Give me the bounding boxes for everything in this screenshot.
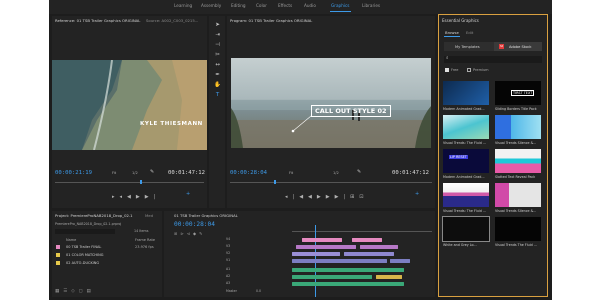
- label-color-swatch: [56, 245, 60, 249]
- tools-panel: ➤ ⇥ ⊣ ✂ ↔ ✒ ✋ T: [209, 16, 225, 208]
- project-panel: Project: PremiereProNAB2018_Drop_02.1 Me…: [52, 211, 162, 297]
- workspace-tab-audio[interactable]: Audio: [304, 3, 316, 8]
- project-item[interactable]: 00 TSB Trailer FINAL 23.976 fps: [55, 244, 159, 251]
- workspace-tab-editing[interactable]: Editing: [231, 3, 246, 8]
- tab-timeline-sequence[interactable]: 01 TSB Trailer Graphics ORIGINAL: [174, 213, 238, 218]
- workspace-tab-color[interactable]: Color: [256, 3, 267, 8]
- project-search-input[interactable]: [55, 229, 115, 234]
- timeline-tracks: [292, 237, 432, 295]
- track-label[interactable]: A1: [226, 267, 230, 271]
- column-header-frame-rate[interactable]: Frame Rate: [135, 238, 155, 242]
- video-clip[interactable]: [292, 252, 340, 256]
- premiere-pro-window: Learning Assembly Editing Color Effects …: [49, 0, 552, 300]
- video-clip[interactable]: [292, 259, 387, 263]
- tab-program-monitor[interactable]: Program: 01 TSB Trailer Graphics ORIGINA…: [230, 18, 312, 23]
- timeline-toolbar[interactable]: ⊞⊳⊲◆✎: [174, 231, 205, 236]
- source-resolution-dropdown[interactable]: 1/2: [132, 171, 138, 175]
- essential-graphics-focus-border: [438, 14, 548, 297]
- tab-source-monitor[interactable]: Source: A002_C003_0215...: [146, 18, 198, 23]
- audio-clip[interactable]: [292, 275, 372, 279]
- workspace-tab-libraries[interactable]: Libraries: [362, 3, 380, 8]
- label-color-swatch: [56, 261, 60, 265]
- callout-title-text[interactable]: CALL OUT STYLE 02: [311, 105, 391, 117]
- project-item[interactable]: 01 COLOR MATCHING: [55, 252, 159, 259]
- video-clip[interactable]: [344, 252, 394, 256]
- program-fit-dropdown[interactable]: Fit: [289, 171, 293, 175]
- timeline-playhead-timecode[interactable]: 00:00:28:04: [174, 221, 215, 228]
- workspace-tab-effects[interactable]: Effects: [278, 3, 292, 8]
- pen-tool-icon[interactable]: ✒: [212, 72, 223, 79]
- project-item-name: 00 TSB Trailer FINAL: [66, 245, 102, 249]
- project-item-name: 01 COLOR MATCHING: [66, 253, 104, 257]
- razor-tool-icon[interactable]: ✂: [212, 52, 223, 59]
- workspace-tab-learning[interactable]: Learning: [174, 3, 192, 8]
- hand-tool-icon[interactable]: ✋: [212, 82, 223, 89]
- type-tool-icon[interactable]: T: [212, 92, 223, 99]
- add-icon[interactable]: +: [186, 192, 190, 197]
- project-file-name: PremierePro_NAB2018_Drop_02.1.prproj: [55, 222, 122, 226]
- aerial-coast-image: [52, 60, 207, 150]
- wrench-icon[interactable]: ✎: [150, 170, 154, 175]
- video-clip[interactable]: [360, 245, 398, 249]
- workspace-tab-assembly[interactable]: Assembly: [201, 3, 221, 8]
- project-item-rate: 23.976 fps: [135, 245, 154, 249]
- add-icon[interactable]: +: [415, 192, 419, 197]
- master-volume-value[interactable]: 0.0: [256, 289, 261, 293]
- audio-clip[interactable]: [292, 268, 404, 272]
- graphics-clip[interactable]: [302, 238, 342, 242]
- project-item-name: 02 AUTO-DUCKING: [66, 261, 100, 265]
- track-select-tool-icon[interactable]: ⇥: [212, 32, 223, 39]
- timeline-panel: 01 TSB Trailer Graphics ORIGINAL 00:00:2…: [164, 211, 435, 297]
- video-clip[interactable]: [296, 245, 356, 249]
- timeline-ruler[interactable]: [292, 225, 432, 232]
- source-duration-timecode: 00:01:47:12: [168, 170, 206, 176]
- track-headers: V4 V3 V2 V1 A1 A2 A3 Master 0.0: [224, 237, 290, 295]
- project-footer-controls[interactable]: ▦☰◇◻▤: [55, 289, 95, 294]
- tab-project[interactable]: Project: PremiereProNAB2018_Drop_02.1: [55, 213, 133, 218]
- source-playhead-timecode[interactable]: 00:00:21:19: [55, 170, 92, 176]
- wrench-icon[interactable]: ✎: [357, 170, 361, 175]
- program-duration-timecode: 00:01:47:12: [392, 170, 430, 176]
- source-playhead[interactable]: [140, 180, 142, 184]
- track-label[interactable]: A2: [226, 274, 230, 278]
- ripple-edit-tool-icon[interactable]: ⊣: [212, 42, 223, 49]
- tab-media-browser[interactable]: Med: [145, 213, 153, 218]
- program-monitor-panel: Program: 01 TSB Trailer Graphics ORIGINA…: [227, 16, 435, 208]
- beach-scene-image: [231, 58, 431, 148]
- program-scrub-bar[interactable]: [230, 182, 432, 183]
- track-label-master[interactable]: Master: [226, 289, 237, 293]
- source-transport-controls[interactable]: ▸◂◀▶▶|: [112, 194, 160, 200]
- audio-clip[interactable]: [292, 282, 404, 286]
- source-scrub-bar[interactable]: [55, 182, 204, 183]
- track-label[interactable]: A3: [226, 281, 230, 285]
- program-resolution-dropdown[interactable]: 1/2: [333, 171, 339, 175]
- column-header-name[interactable]: Name: [66, 238, 76, 242]
- program-playhead-timecode[interactable]: 00:00:28:04: [230, 170, 267, 176]
- source-overlay-text: KYLE THIESMANN: [140, 121, 203, 127]
- audio-clip[interactable]: [376, 275, 402, 279]
- source-fit-dropdown[interactable]: Fit: [112, 171, 116, 175]
- label-color-swatch: [56, 253, 60, 257]
- active-tab-underline: [330, 11, 351, 12]
- graphics-clip[interactable]: [352, 238, 382, 242]
- track-label[interactable]: V2: [226, 251, 230, 255]
- slip-tool-icon[interactable]: ↔: [212, 62, 223, 69]
- source-video-frame: KYLE THIESMANN: [52, 60, 207, 150]
- program-video-frame: CALL OUT STYLE 02: [231, 58, 431, 148]
- track-label[interactable]: V1: [226, 258, 230, 262]
- source-monitor-panel: Reference: 01 TSB Trailer Graphics ORIGI…: [52, 16, 207, 208]
- workspace-bar: Learning Assembly Editing Color Effects …: [49, 0, 552, 14]
- tab-reference-monitor[interactable]: Reference: 01 TSB Trailer Graphics ORIGI…: [55, 18, 140, 23]
- track-label[interactable]: V4: [226, 237, 230, 241]
- project-item[interactable]: 02 AUTO-DUCKING: [55, 260, 159, 267]
- selection-tool-icon[interactable]: ➤: [212, 22, 223, 29]
- video-clip[interactable]: [390, 259, 410, 263]
- project-item-count: 14 Items: [134, 229, 149, 233]
- workspace-tab-graphics[interactable]: Graphics: [331, 3, 350, 8]
- track-label[interactable]: V3: [226, 244, 230, 248]
- program-playhead[interactable]: [274, 180, 276, 184]
- program-transport-controls[interactable]: ◂|◀◀▶▶▶|⊞⊡: [285, 194, 368, 200]
